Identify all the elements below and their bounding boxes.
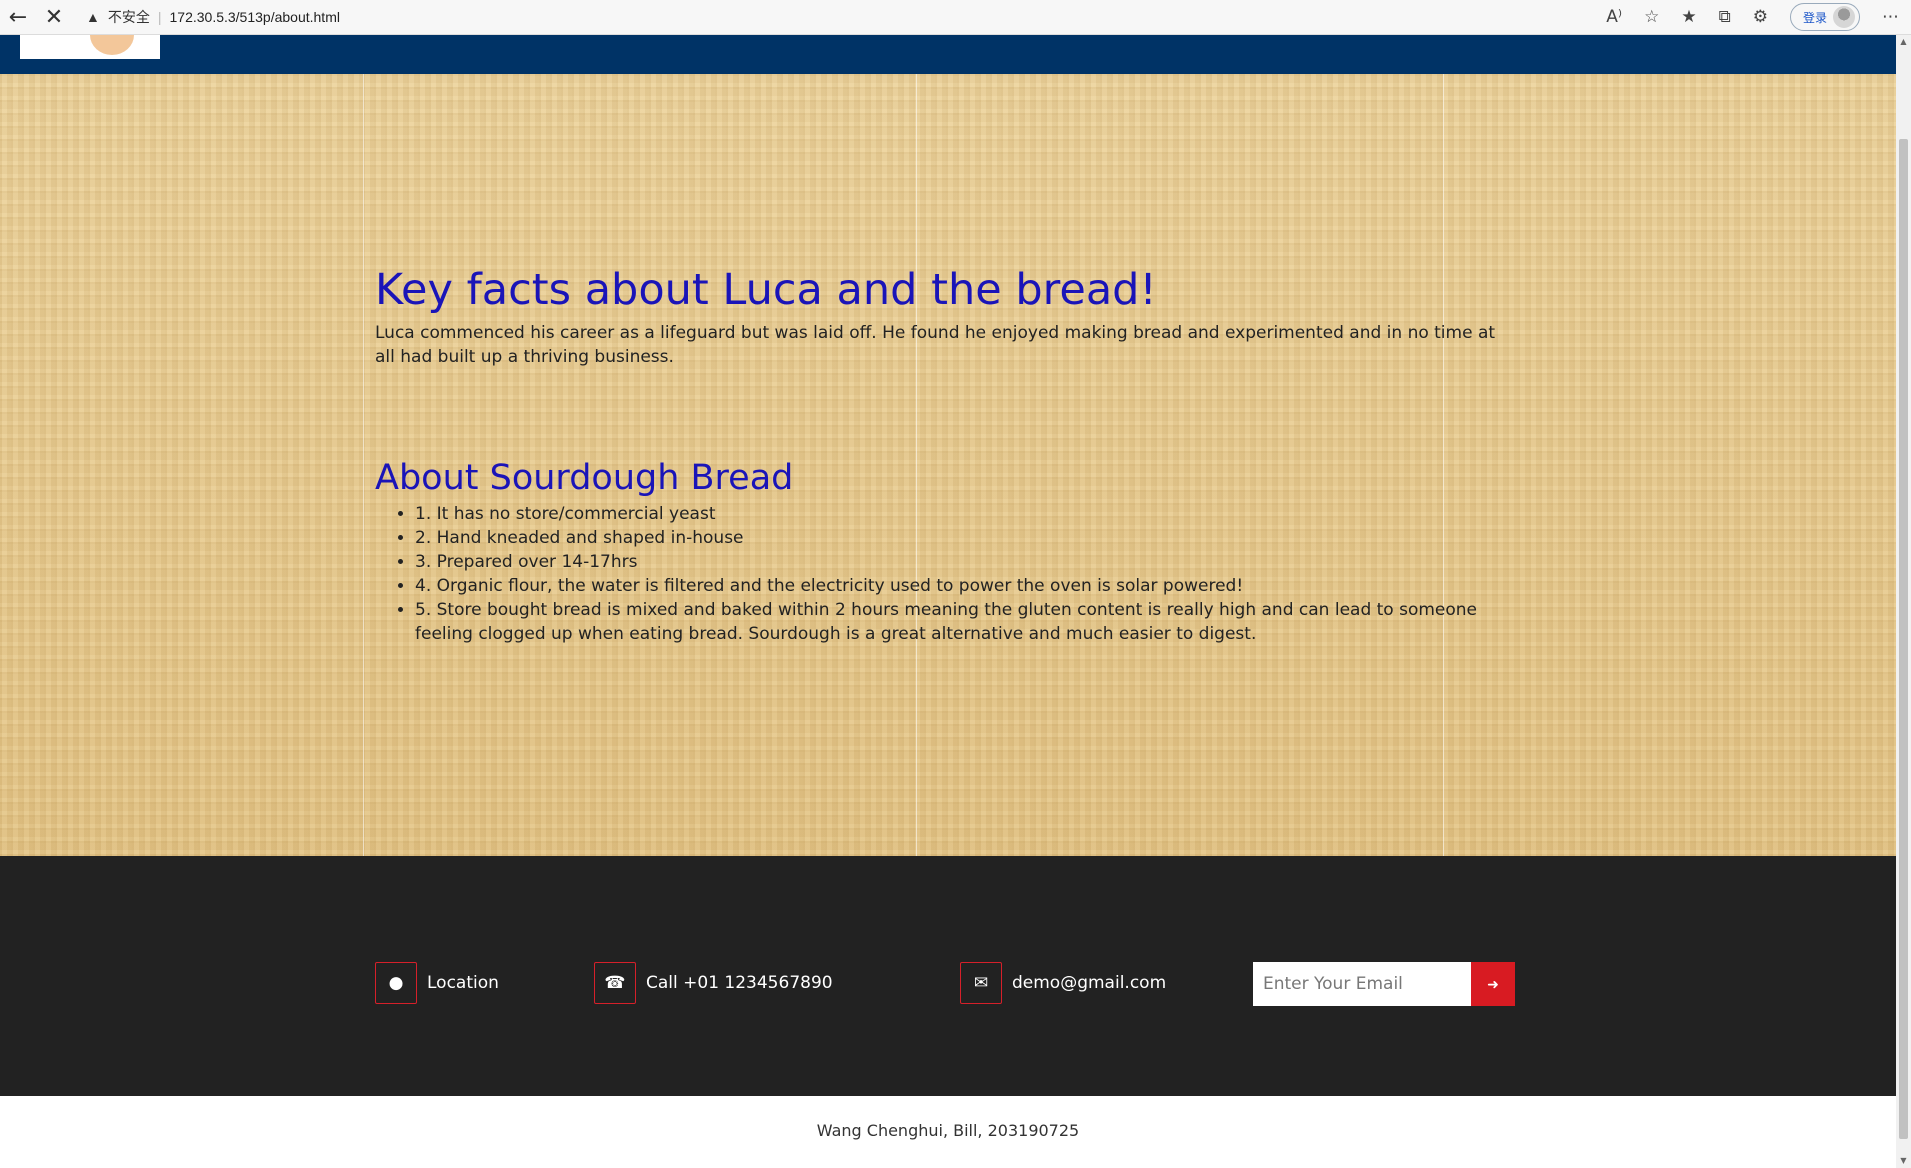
- address-separator: |: [157, 9, 162, 25]
- scroll-thumb[interactable]: [1899, 139, 1908, 1139]
- close-icon[interactable]: ✕: [36, 0, 72, 34]
- collections-icon[interactable]: ⧉: [1719, 7, 1731, 27]
- warning-icon: ▲: [86, 9, 100, 25]
- logo-graphic: [90, 35, 134, 55]
- sourdough-facts-list: 1. It has no store/commercial yeast 2. H…: [375, 502, 1505, 646]
- scroll-up-icon[interactable]: ▲: [1896, 35, 1911, 49]
- about-section: Key facts about Luca and the bread! Luca…: [0, 74, 1896, 856]
- browser-actions: A⁾ ☆ ★ ⧉ ⚙ 登录 ⋯: [1606, 0, 1899, 34]
- site-header: [0, 35, 1896, 74]
- envelope-icon: ✉: [960, 962, 1002, 1004]
- phone-icon: ☎: [594, 962, 636, 1004]
- contact-location[interactable]: ● Location: [375, 962, 499, 1004]
- credit-text: Wang Chenghui, Bill, 203190725: [816, 1121, 1080, 1140]
- list-item: 2. Hand kneaded and shaped in-house: [415, 526, 1505, 550]
- newsletter-form: ➜: [1253, 962, 1515, 1006]
- login-label: 登录: [1802, 10, 1827, 25]
- about-content: Key facts about Luca and the bread! Luca…: [375, 263, 1505, 646]
- security-label: 不安全: [107, 9, 150, 25]
- back-arrow-icon[interactable]: ←: [0, 0, 36, 34]
- map-marker-icon: ●: [375, 962, 417, 1004]
- footer: ● Location ☎ Call +01 1234567890 ✉ demo@…: [0, 856, 1896, 1096]
- extensions-icon[interactable]: ⚙: [1753, 7, 1768, 27]
- page-scrollbar[interactable]: ▲ ▼: [1896, 35, 1911, 1168]
- newsletter-submit-button[interactable]: ➜: [1471, 962, 1515, 1006]
- favorites-icon[interactable]: ★: [1681, 7, 1696, 27]
- browser-toolbar: ← ✕ ▲ 不安全 | 172.30.5.3/513p/about.html A…: [0, 0, 1911, 35]
- list-item: 3. Prepared over 14-17hrs: [415, 550, 1505, 574]
- list-item: 1. It has no store/commercial yeast: [415, 502, 1505, 526]
- sourdough-heading: About Sourdough Bread: [375, 458, 794, 498]
- login-button[interactable]: 登录: [1789, 3, 1860, 31]
- call-label[interactable]: Call +01 1234567890: [646, 973, 833, 993]
- location-label[interactable]: Location: [427, 973, 499, 993]
- avatar: [1833, 6, 1855, 28]
- key-facts-heading: Key facts about Luca and the bread!: [375, 265, 1157, 315]
- site-logo[interactable]: [20, 35, 160, 59]
- scroll-down-icon[interactable]: ▼: [1896, 1154, 1911, 1168]
- url-text[interactable]: 172.30.5.3/513p/about.html: [170, 9, 340, 25]
- contact-phone[interactable]: ☎ Call +01 1234567890: [594, 962, 833, 1004]
- read-aloud-icon[interactable]: A⁾: [1606, 7, 1622, 27]
- arrow-right-icon: ➜: [1487, 975, 1499, 992]
- more-menu-icon[interactable]: ⋯: [1882, 7, 1899, 27]
- add-favorite-icon[interactable]: ☆: [1644, 7, 1659, 27]
- papyrus-fold: [363, 74, 364, 856]
- credit-bar: Wang Chenghui, Bill, 203190725: [0, 1096, 1896, 1168]
- key-facts-paragraph: Luca commenced his career as a lifeguard…: [375, 323, 1496, 367]
- email-label[interactable]: demo@gmail.com: [1012, 973, 1166, 993]
- list-item: 5. Store bought bread is mixed and baked…: [415, 598, 1505, 646]
- list-item: 4. Organic flour, the water is filtered …: [415, 574, 1505, 598]
- newsletter-email-input[interactable]: [1253, 962, 1471, 1006]
- contact-email[interactable]: ✉ demo@gmail.com: [960, 962, 1166, 1004]
- address-bar[interactable]: ▲ 不安全 | 172.30.5.3/513p/about.html: [86, 7, 340, 27]
